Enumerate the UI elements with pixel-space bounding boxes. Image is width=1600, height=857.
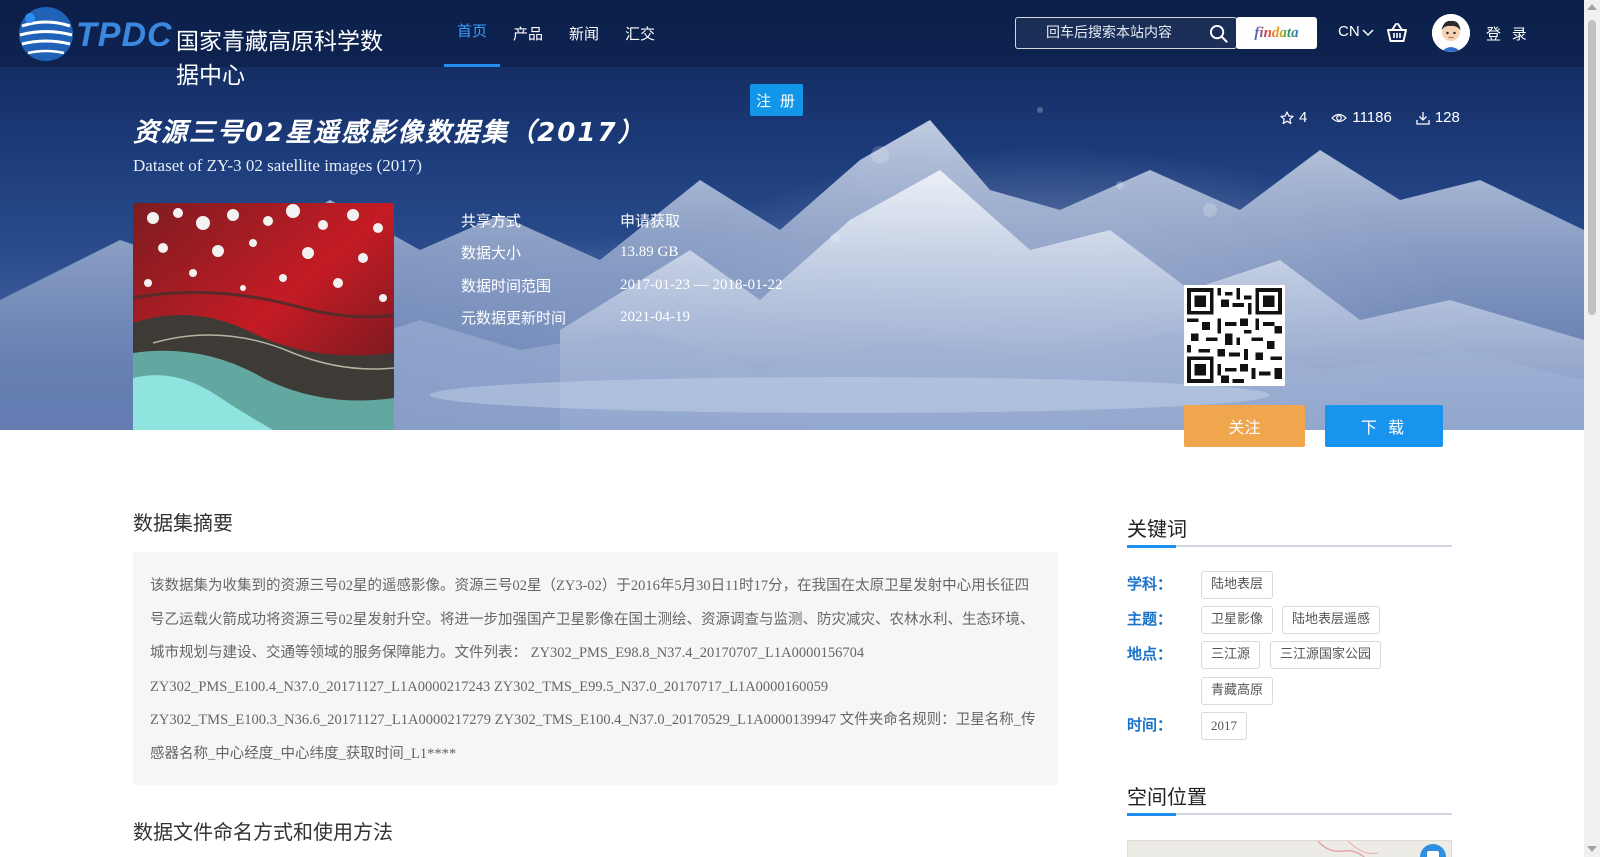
search-icon[interactable] [1209,24,1228,43]
meta-value: 13.89 GB [620,244,679,261]
main-nav: 首页 产品 新闻 汇交 [444,0,668,67]
eye-icon [1331,113,1348,122]
meta-label: 数据大小 [461,244,522,263]
nav-home[interactable]: 首页 [444,0,501,67]
meta-value: 申请获取 [620,211,681,230]
favorite-count-value: 4 [1299,109,1308,126]
nav-news[interactable]: 新闻 [556,0,612,67]
view-count-value: 11186 [1352,109,1392,126]
language-label: CN [1338,23,1360,40]
language-switcher[interactable]: CN [1338,23,1374,40]
keyword-tag[interactable]: 青藏高原 [1201,677,1274,705]
naming-section-heading: 数据文件命名方式和使用方法 [133,820,393,844]
dataset-metadata: 共享方式 申请获取 数据大小 13.89 GB 数据时间范围 2017-01-2… [461,204,782,334]
map-preview [1317,841,1446,857]
qr-code-icon [1187,288,1282,383]
meta-row-sharing: 共享方式 申请获取 [461,204,782,237]
dataset-thumbnail [133,203,394,430]
download-count-value: 128 [1434,109,1460,126]
cart-icon[interactable] [1386,22,1408,44]
abstract-heading: 数据集摘要 [133,511,233,535]
place-label: 地点： [1127,645,1173,663]
scroll-up-arrow-icon[interactable] [1587,4,1597,10]
meta-row-time-range: 数据时间范围 2017-01-23 — 2018-01-22 [461,269,782,302]
chevron-down-icon [1362,28,1374,36]
logo-tpdc-text: TPDC [76,16,173,54]
theme-label: 主题： [1127,610,1173,628]
meta-row-size: 数据大小 13.89 GB [461,237,782,270]
download-icon [1416,111,1430,125]
meta-label: 数据时间范围 [461,276,552,295]
favorite-count: 4 [1280,109,1307,126]
meta-label: 元数据更新时间 [461,309,567,328]
scrollbar-thumb[interactable] [1588,20,1596,315]
keyword-tag[interactable]: 卫星影像 [1201,606,1274,634]
meta-label: 共享方式 [461,211,522,230]
dataset-stats: 4 11186 128 [1280,109,1460,126]
avatar[interactable] [1432,14,1470,52]
login-link[interactable]: 登 录 [1486,23,1530,44]
user-avatar-icon [1432,14,1470,52]
nav-products[interactable]: 产品 [500,0,556,67]
findata-button[interactable]: findata [1236,17,1317,49]
keyword-tag[interactable]: 三江源国家公园 [1270,641,1382,669]
view-count: 11186 [1331,109,1392,126]
keyword-tag[interactable]: 2017 [1201,712,1247,740]
download-count: 128 [1416,109,1460,126]
site-logo[interactable]: TPDC 国家青藏高原科学数据中心 [16,4,401,89]
keywords-heading: 关键词 [1127,517,1187,541]
dataset-title: 资源三号02星遥感影像数据集（2017） [133,118,646,148]
dataset-subtitle: Dataset of ZY-3 02 satellite images (201… [133,156,422,175]
spatial-heading: 空间位置 [1127,785,1207,809]
abstract-text: 该数据集为收集到的资源三号02星的遥感影像。资源三号02星（ZY3-02）于20… [133,552,1058,785]
meta-row-updated: 元数据更新时间 2021-04-19 [461,302,782,335]
keywords-divider [1127,545,1452,548]
spatial-divider [1127,813,1452,816]
keyword-tag[interactable]: 三江源 [1201,641,1261,669]
scroll-down-arrow-icon[interactable] [1587,846,1597,852]
logo-chinese-name: 国家青藏高原科学数据中心 [176,29,383,89]
follow-button[interactable]: 关注 [1184,405,1305,447]
meta-value: 2017-01-23 — 2018-01-22 [620,276,783,293]
search-box [1015,17,1237,49]
nav-submit[interactable]: 汇交 [612,0,668,67]
register-button[interactable]: 注 册 [750,84,803,116]
star-icon [1280,110,1294,124]
globe-logo-icon [19,7,73,61]
findata-label: findata [1254,25,1299,41]
meta-value: 2021-04-19 [620,309,690,326]
keyword-tag[interactable]: 陆地表层遥感 [1282,606,1381,634]
keyword-tag[interactable]: 陆地表层 [1201,571,1274,599]
satellite-image-thumbnail [133,203,394,430]
time-label: 时间： [1127,716,1173,734]
qr-code [1184,285,1285,386]
download-button[interactable]: 下 载 [1325,405,1443,447]
search-input[interactable] [1016,18,1206,48]
spatial-map[interactable] [1127,840,1452,857]
subject-label: 学科： [1127,575,1173,593]
